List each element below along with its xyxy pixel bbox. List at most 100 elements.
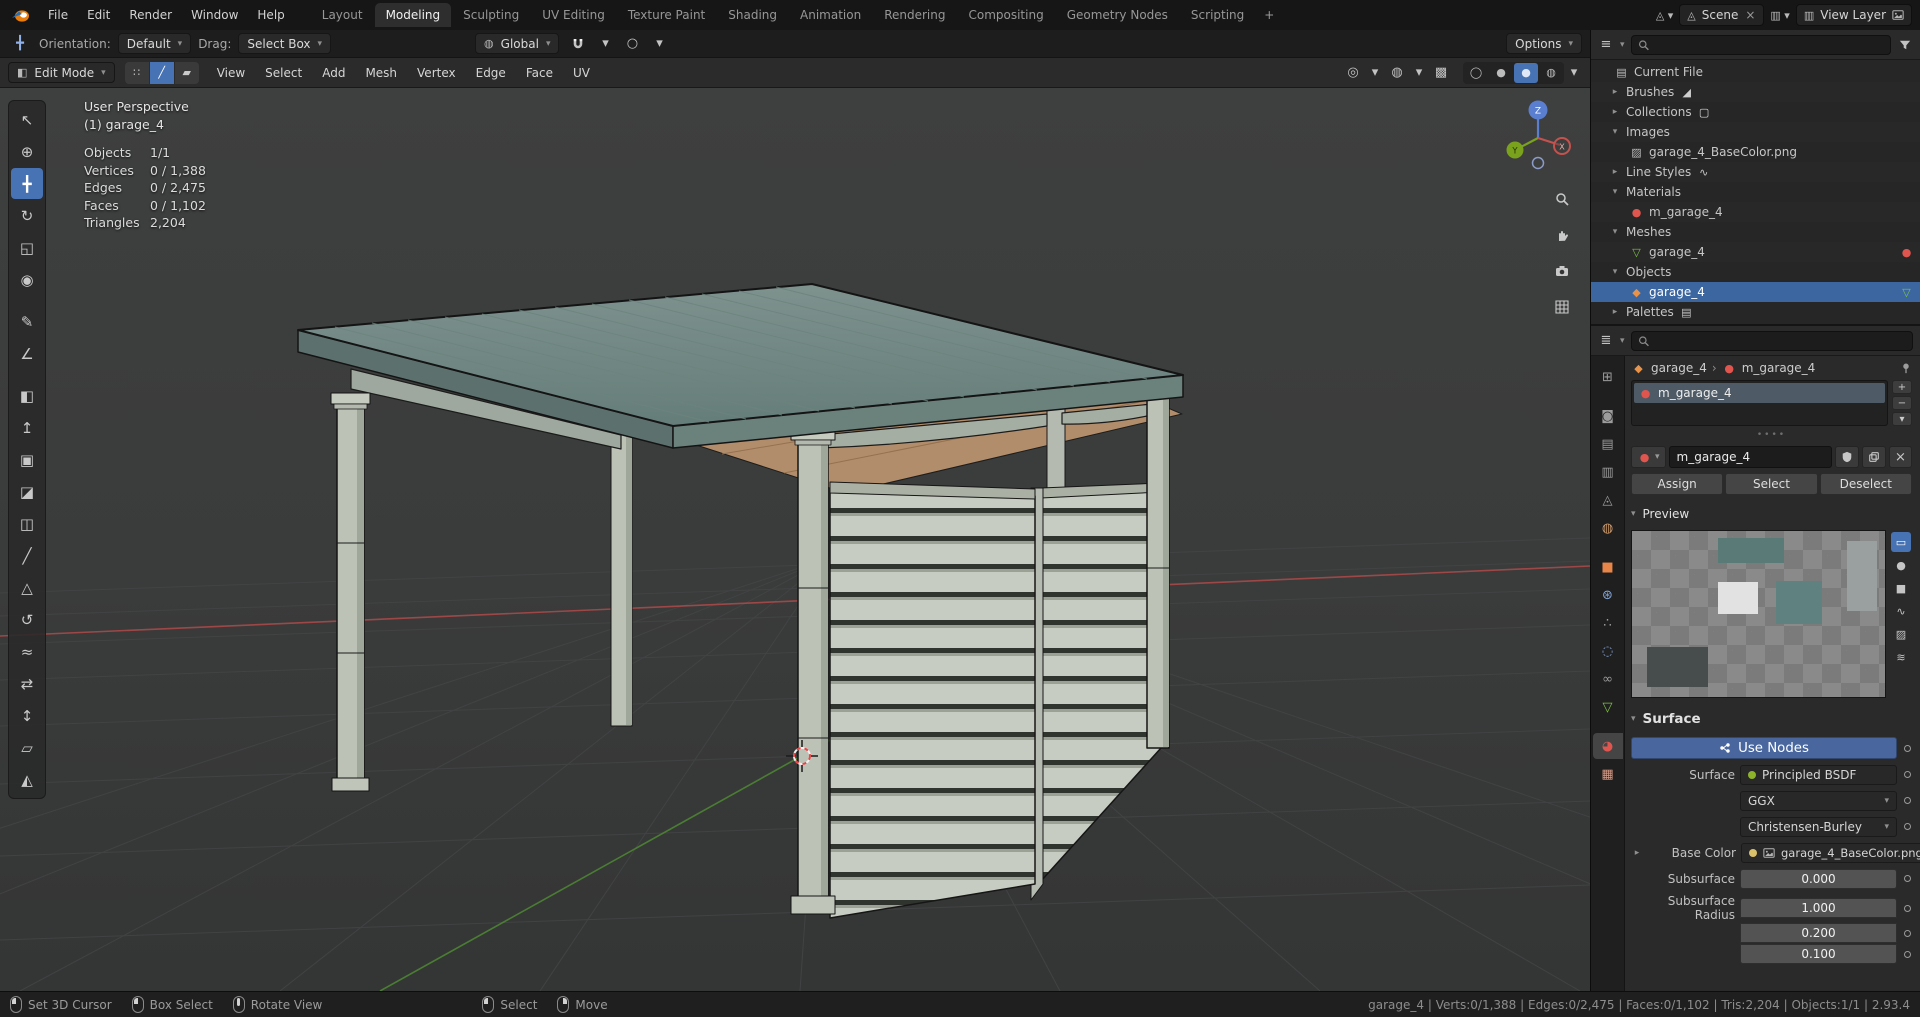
keyframe-dot[interactable] (1902, 905, 1912, 912)
select-button[interactable]: Select (1725, 473, 1818, 495)
browse-material-button[interactable]: ▾ (1631, 446, 1666, 468)
add-workspace-button[interactable]: + (1256, 4, 1282, 26)
menu-vertex[interactable]: Vertex (409, 62, 464, 84)
active-tool-icon[interactable]: ╋ (8, 33, 32, 55)
tab-material-properties[interactable] (1592, 733, 1623, 759)
tool-rip-region[interactable] (11, 764, 43, 795)
gizmo-dropdown[interactable]: ▾ (1367, 62, 1383, 84)
tab-compositing[interactable]: Compositing (957, 3, 1054, 27)
properties-search[interactable] (1630, 330, 1913, 351)
slot-specials-dropdown[interactable]: ▾ (1892, 412, 1912, 426)
zoom-icon[interactable] (1550, 188, 1574, 210)
tool-spin[interactable] (11, 604, 43, 635)
camera-view-icon[interactable] (1550, 260, 1574, 282)
expander-icon[interactable]: ▸ (1609, 107, 1621, 117)
outliner-row-brushes[interactable]: ▸ Brushes (1591, 82, 1920, 102)
outliner-row-object-selected[interactable]: garage_4 (1591, 282, 1920, 302)
expander-icon[interactable]: ▾ (1609, 267, 1621, 277)
outliner-row-current-file[interactable]: Current File (1591, 62, 1920, 82)
tool-poly-build[interactable] (11, 572, 43, 603)
tab-modifier-properties[interactable] (1593, 582, 1623, 608)
tab-render-properties[interactable] (1593, 403, 1623, 429)
expander-icon[interactable]: ▸ (1609, 87, 1621, 97)
overlays-dropdown[interactable]: ▾ (1411, 62, 1427, 84)
tab-physics-properties[interactable] (1593, 638, 1623, 664)
show-overlays-icon[interactable]: ◍ (1385, 62, 1409, 84)
menu-uv[interactable]: UV (565, 62, 598, 84)
surface-shader-dropdown[interactable]: Principled BSDF (1740, 764, 1897, 785)
tool-transform[interactable] (11, 264, 43, 295)
subsurface-radius-z-slider[interactable]: 0.100 (1740, 944, 1897, 964)
surface-panel-header[interactable]: ▾ Surface (1631, 706, 1912, 732)
tab-sculpting[interactable]: Sculpting (452, 3, 530, 27)
tool-select-box[interactable] (11, 104, 43, 135)
tab-constraint-properties[interactable] (1593, 666, 1623, 692)
subsurface-radius-y-slider[interactable]: 0.200 (1740, 923, 1897, 943)
blender-logo[interactable] (8, 5, 34, 25)
face-select-button[interactable] (174, 61, 199, 84)
menu-edge[interactable]: Edge (468, 62, 514, 84)
outliner-row-images[interactable]: ▾ Images (1591, 122, 1920, 142)
keyframe-dot[interactable] (1902, 930, 1912, 937)
tab-view-layer-properties[interactable] (1593, 459, 1623, 485)
preview-sphere-button[interactable] (1891, 555, 1911, 575)
remove-slot-button[interactable]: − (1892, 396, 1912, 410)
snap-magnet-icon[interactable] (566, 33, 590, 55)
tool-edge-slide[interactable] (11, 668, 43, 699)
scene-selector[interactable]: ◬ Scene × (1679, 4, 1765, 26)
tab-texture-paint[interactable]: Texture Paint (617, 3, 716, 27)
outliner-row-basecolor-image[interactable]: garage_4_BaseColor.png (1591, 142, 1920, 162)
preview-cloth-button[interactable] (1891, 624, 1911, 644)
menu-add[interactable]: Add (314, 62, 353, 84)
menu-window[interactable]: Window (182, 4, 247, 26)
tab-texture-properties[interactable] (1593, 761, 1623, 787)
expander-icon[interactable]: ▾ (1609, 187, 1621, 197)
subsurface-method-dropdown[interactable]: Christensen-Burley ▾ (1740, 816, 1897, 837)
breadcrumb-material[interactable]: m_garage_4 (1742, 361, 1816, 375)
tab-particle-properties[interactable] (1593, 610, 1623, 636)
pin-icon[interactable] (1900, 362, 1912, 374)
outliner-search[interactable] (1630, 34, 1891, 55)
material-name-field[interactable]: m_garage_4 (1668, 446, 1832, 468)
properties-editor-dropdown[interactable]: ▾ (1620, 336, 1625, 346)
tab-object-data-properties[interactable] (1593, 694, 1623, 720)
preview-fluid-button[interactable] (1891, 647, 1911, 667)
outliner-row-collections[interactable]: ▸ Collections (1591, 102, 1920, 122)
edge-select-button[interactable] (149, 61, 174, 84)
tab-tool-properties[interactable] (1593, 364, 1623, 390)
list-resize-grip[interactable]: •••• (1631, 431, 1912, 441)
orientation-dropdown[interactable]: Default ▾ (117, 33, 192, 54)
tab-animation[interactable]: Animation (789, 3, 872, 27)
outliner-row-meshes[interactable]: ▾ Meshes (1591, 222, 1920, 242)
tab-layout[interactable]: Layout (311, 3, 374, 27)
solid-shading-button[interactable] (1489, 63, 1513, 83)
tool-smooth[interactable] (11, 636, 43, 667)
toggle-perspective-grid-icon[interactable] (1550, 296, 1574, 318)
tool-knife[interactable] (11, 540, 43, 571)
outliner-display-mode-dropdown[interactable]: ▾ (1620, 40, 1625, 50)
tool-rotate[interactable] (11, 200, 43, 231)
tab-shading[interactable]: Shading (717, 3, 788, 27)
wireframe-shading-button[interactable] (1464, 63, 1488, 83)
copy-material-button[interactable] (1861, 446, 1886, 468)
viewport-3d[interactable]: User Perspective (1) garage_4 Objects 1/1… (0, 88, 1590, 991)
subsurface-radius-x-slider[interactable]: 1.000 (1740, 898, 1897, 918)
preview-cube-button[interactable] (1891, 578, 1911, 598)
tool-scale[interactable] (11, 232, 43, 263)
outliner-filter-icon[interactable] (1897, 34, 1913, 56)
snap-options-dropdown[interactable]: ▾ (597, 33, 613, 55)
tool-bevel[interactable] (11, 476, 43, 507)
drag-dropdown[interactable]: Select Box ▾ (238, 33, 332, 54)
expander-icon[interactable]: ▸ (1609, 167, 1621, 177)
outliner-row-objects[interactable]: ▾ Objects (1591, 262, 1920, 282)
keyframe-dot[interactable] (1902, 797, 1912, 804)
fake-user-button[interactable] (1834, 446, 1859, 468)
menu-select[interactable]: Select (257, 62, 310, 84)
tool-loop-cut[interactable] (11, 508, 43, 539)
tab-output-properties[interactable] (1593, 431, 1623, 457)
new-view-layer-icon[interactable] (1892, 9, 1904, 21)
material-preview-button[interactable] (1514, 62, 1538, 83)
gizmo-minus-z-axis[interactable] (1531, 156, 1545, 170)
pan-hand-icon[interactable] (1550, 224, 1574, 246)
vertex-select-button[interactable] (124, 61, 149, 84)
